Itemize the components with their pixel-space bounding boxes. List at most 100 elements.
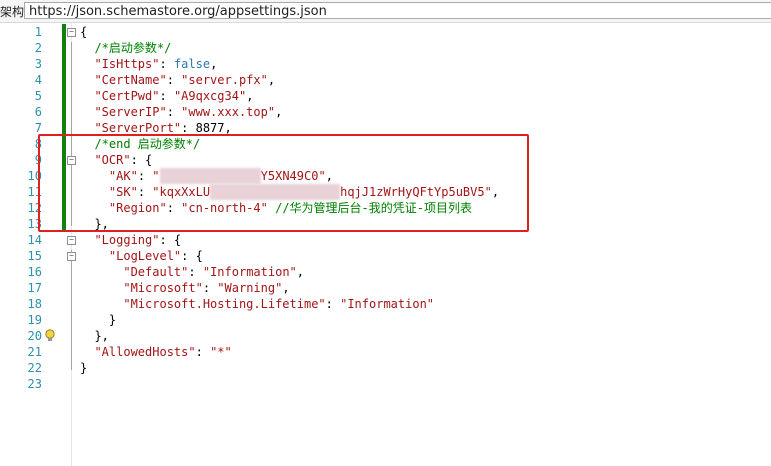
code-string: "server.pfx" [181, 73, 268, 87]
collapse-icon[interactable]: − [67, 252, 76, 261]
code-punct [80, 57, 94, 71]
code-line[interactable]: 6 "ServerIP": "www.xxx.top", [0, 104, 771, 120]
code-string: "Logging" [94, 233, 160, 247]
code-text: "CertPwd": "A9qxcg34", [80, 88, 253, 104]
code-editor[interactable]: 1−{2 /*启动参数*/3 "IsHttps": false, 4 "CertN… [0, 22, 771, 466]
code-string: "ServerPort" [94, 121, 182, 135]
code-punct [80, 73, 94, 87]
code-comment: /*启动参数*/ [94, 41, 172, 55]
line-number: 4 [34, 73, 42, 87]
code-punct: } [80, 361, 88, 375]
code-punct: : [166, 105, 182, 119]
lightbulb-icon[interactable] [44, 329, 56, 343]
line-number: 8 [34, 137, 42, 151]
line-number: 20 [27, 329, 42, 343]
code-line[interactable]: 14 − "Logging": { [0, 232, 771, 248]
code-punct [80, 105, 94, 119]
line-number: 12 [27, 201, 42, 215]
line-number: 11 [27, 185, 42, 199]
line-number: 5 [34, 89, 42, 103]
code-line[interactable]: 1 −{ [0, 24, 771, 40]
code-line[interactable]: 23 [0, 376, 771, 392]
line-number: 21 [27, 345, 42, 359]
code-punct: , [267, 73, 276, 87]
code-line[interactable]: 20 }, [0, 328, 771, 344]
change-marker [62, 72, 66, 88]
collapse-icon[interactable]: − [67, 28, 76, 37]
line-number: 9 [34, 153, 42, 167]
code-punct: , [275, 105, 283, 119]
collapse-icon[interactable]: − [67, 236, 76, 245]
code-punct [80, 121, 94, 135]
code-text: "Microsoft.Hosting.Lifetime": "Informati… [80, 296, 434, 312]
code-punct: , [224, 121, 232, 135]
code-punct [80, 249, 109, 263]
code-string: "Warning" [217, 281, 283, 295]
line-number: 2 [34, 41, 42, 55]
code-line[interactable]: 17 "Microsoft": "Warning", [0, 280, 771, 296]
code-punct: , [246, 89, 254, 103]
code-line[interactable]: 15 − "LogLevel": { [0, 248, 771, 264]
code-string: "Information" [202, 265, 297, 279]
code-punct [80, 233, 94, 247]
line-number: 16 [27, 265, 42, 279]
code-punct: : { [181, 249, 203, 263]
code-line[interactable]: 21 "AllowedHosts": "*" [0, 344, 771, 360]
code-punct [80, 281, 123, 295]
code-text: "CertName": "server.pfx", [80, 72, 275, 88]
line-number: 10 [27, 169, 42, 183]
line-number: 7 [34, 121, 42, 135]
code-punct [80, 89, 94, 103]
code-text: }, [80, 328, 109, 344]
code-string: "ServerIP" [94, 105, 167, 119]
code-line[interactable]: 16 "Default": "Information", [0, 264, 771, 280]
line-number: 17 [27, 281, 42, 295]
code-punct: { [80, 25, 88, 39]
code-line[interactable]: 4 "CertName": "server.pfx", [0, 72, 771, 88]
line-number: 18 [27, 297, 42, 311]
code-text: "ServerIP": "www.xxx.top", [80, 104, 282, 120]
code-text: "Default": "Information", [80, 264, 304, 280]
code-text: "Logging": { [80, 232, 181, 248]
code-text: "AllowedHosts": "*" [80, 344, 231, 360]
line-number: 13 [27, 217, 42, 231]
code-text: { [80, 24, 87, 40]
schema-url-input[interactable]: https://json.schemastore.org/appsettings… [24, 2, 771, 19]
code-punct: : [181, 121, 196, 135]
code-string: "LogLevel" [108, 249, 182, 263]
code-text: "IsHttps": false, [80, 56, 217, 72]
change-marker [62, 40, 66, 56]
code-line[interactable]: 18 "Microsoft.Hosting.Lifetime": "Inform… [0, 296, 771, 312]
line-number: 3 [34, 57, 42, 71]
code-line[interactable]: 3 "IsHttps": false, [0, 56, 771, 72]
code-punct [80, 345, 94, 359]
code-punct [80, 297, 123, 311]
code-string: "Microsoft.Hosting.Lifetime" [123, 297, 326, 311]
code-punct: , [296, 265, 304, 279]
change-marker [62, 88, 66, 104]
code-punct [80, 265, 123, 279]
code-punct: }, [80, 329, 109, 343]
code-text: } [80, 360, 87, 376]
code-string: "Default" [123, 265, 189, 279]
code-punct: , [210, 57, 218, 71]
code-punct: , [282, 281, 290, 295]
line-number: 22 [27, 361, 42, 375]
code-punct: } [80, 313, 117, 327]
code-string: "www.xxx.top" [181, 105, 276, 119]
change-marker [62, 24, 66, 40]
code-line[interactable]: 22} [0, 360, 771, 376]
code-line[interactable]: 19 } [0, 312, 771, 328]
code-line[interactable]: 5 "CertPwd": "A9qxcg34", [0, 88, 771, 104]
code-punct: : { [159, 233, 182, 247]
code-text: /*启动参数*/ [80, 40, 171, 56]
code-punct: : [166, 73, 182, 87]
code-punct: : [159, 57, 174, 71]
code-string: "CertName" [94, 73, 167, 87]
code-text: "Microsoft": "Warning", [80, 280, 290, 296]
code-string: "A9qxcg34" [173, 89, 247, 103]
code-punct: : [202, 281, 218, 295]
schema-bar: 架构: https://json.schemastore.org/appsett… [0, 0, 771, 23]
code-line[interactable]: 2 /*启动参数*/ [0, 40, 771, 56]
code-text: "LogLevel": { [80, 248, 203, 264]
